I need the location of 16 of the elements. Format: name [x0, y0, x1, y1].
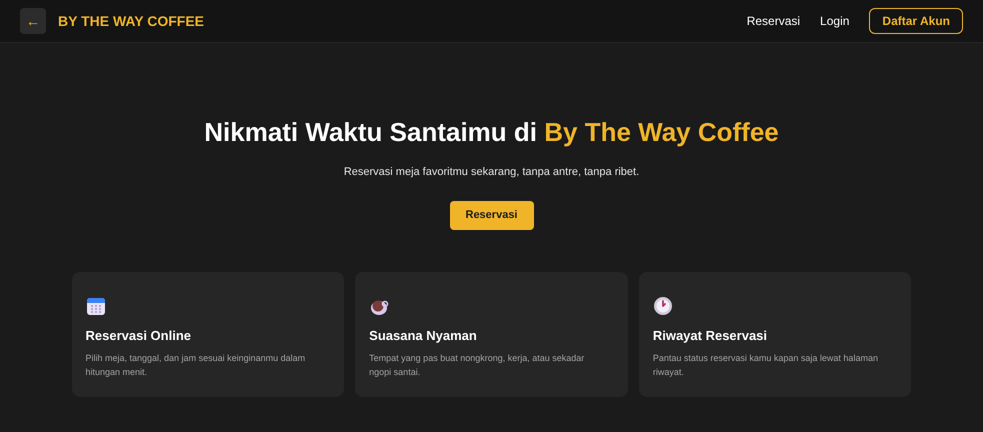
clock-icon: [652, 296, 673, 316]
feature-title: Riwayat Reservasi: [652, 326, 768, 345]
hero-title: Nikmati Waktu Santaimu di By The Way Coffee: [204, 116, 779, 149]
nav-link[interactable]: Reservasi: [746, 12, 800, 30]
reservation-button[interactable]: Reservasi: [450, 200, 534, 230]
feature-title: Reservasi Online: [86, 326, 192, 344]
feature-description: Pilih meja, tanggal, dan jam sesuai keinginanmu dalam hitungan menit.: [86, 352, 306, 379]
feature-title: Suasana Nyaman: [369, 326, 478, 345]
register-button[interactable]: Daftar Akun: [869, 8, 963, 34]
feature-description: Pantau status reservasi kamu kapan saja lewat halaman riwayat.: [652, 352, 879, 379]
feature-description: Tempat yang pas buat nongkrong, kerja, atau sekadar ngopi santai.: [369, 352, 586, 379]
brand-logo[interactable]: BY THE WAY COFFEE: [58, 10, 204, 32]
hero-subtitle: Reservasi meja favoritmu sekarang, tanpa antre, tanpa ribet.: [344, 165, 640, 180]
nav-link[interactable]: Login: [820, 12, 850, 30]
back-button[interactable]: ←: [20, 8, 46, 34]
calendar-icon: [86, 296, 106, 316]
